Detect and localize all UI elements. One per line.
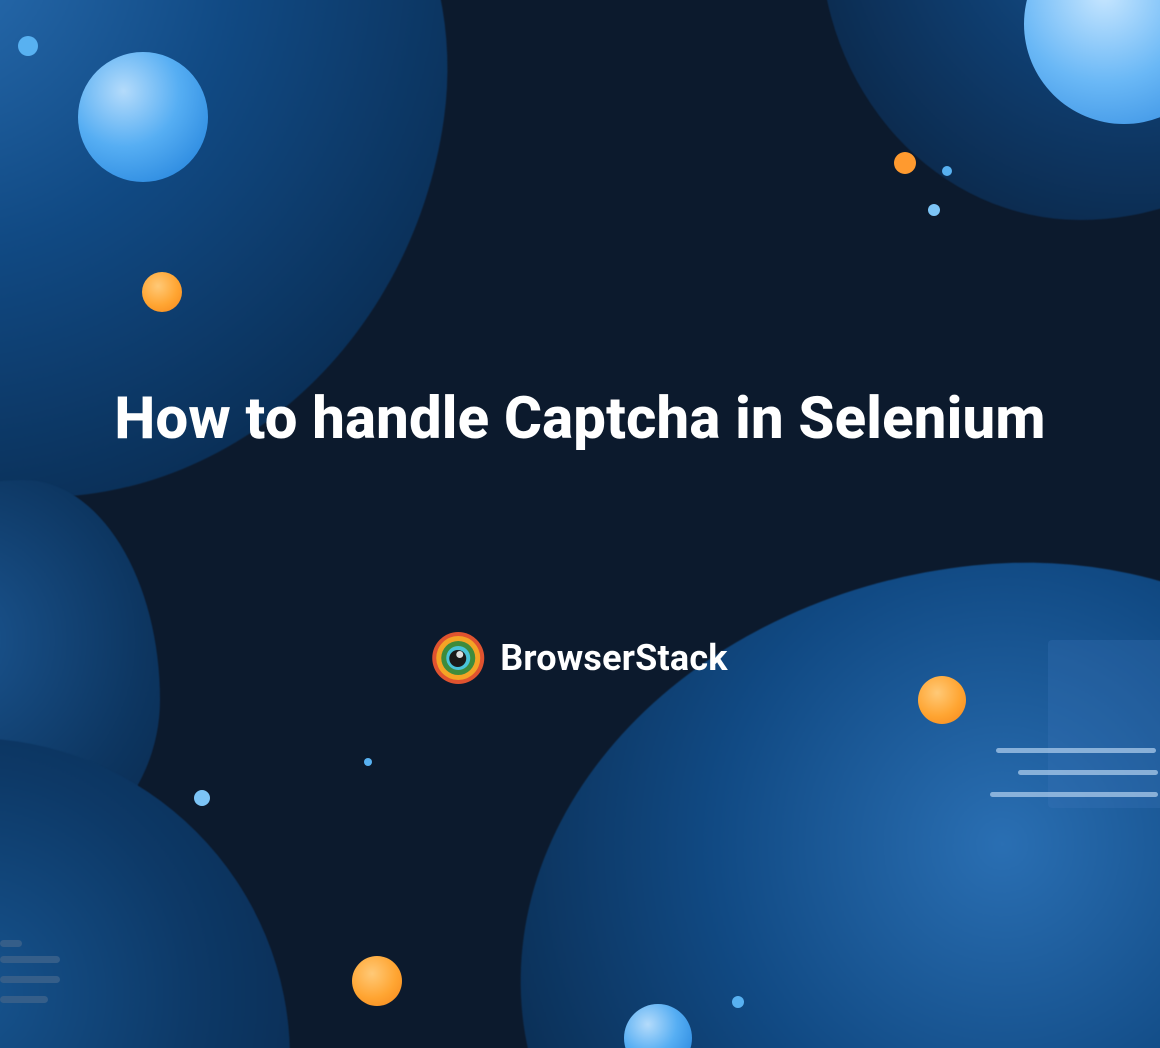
decor-dot-icon xyxy=(142,272,182,312)
page-title: How to handle Captcha in Selenium xyxy=(110,380,1050,458)
decor-dot-icon xyxy=(942,166,952,176)
decor-circle-icon xyxy=(78,52,208,182)
decor-lines-icon xyxy=(0,940,22,960)
decor-dot-icon xyxy=(918,676,966,724)
hero-card: How to handle Captcha in Selenium Browse… xyxy=(0,0,1160,1048)
decor-dot-icon xyxy=(732,996,744,1008)
decor-dot-icon xyxy=(364,758,372,766)
decor-dot-icon xyxy=(194,790,210,806)
decor-dot-icon xyxy=(894,152,916,174)
decor-blob xyxy=(0,0,489,549)
decor-panel-icon xyxy=(1048,640,1160,808)
decor-dot-icon xyxy=(352,956,402,1006)
brand: BrowserStack xyxy=(432,632,728,684)
brand-name: BrowserStack xyxy=(500,637,728,679)
browserstack-logo-icon xyxy=(432,632,484,684)
decor-dot-icon xyxy=(928,204,940,216)
decor-dot-icon xyxy=(18,36,38,56)
decor-lines-icon xyxy=(0,956,60,1016)
